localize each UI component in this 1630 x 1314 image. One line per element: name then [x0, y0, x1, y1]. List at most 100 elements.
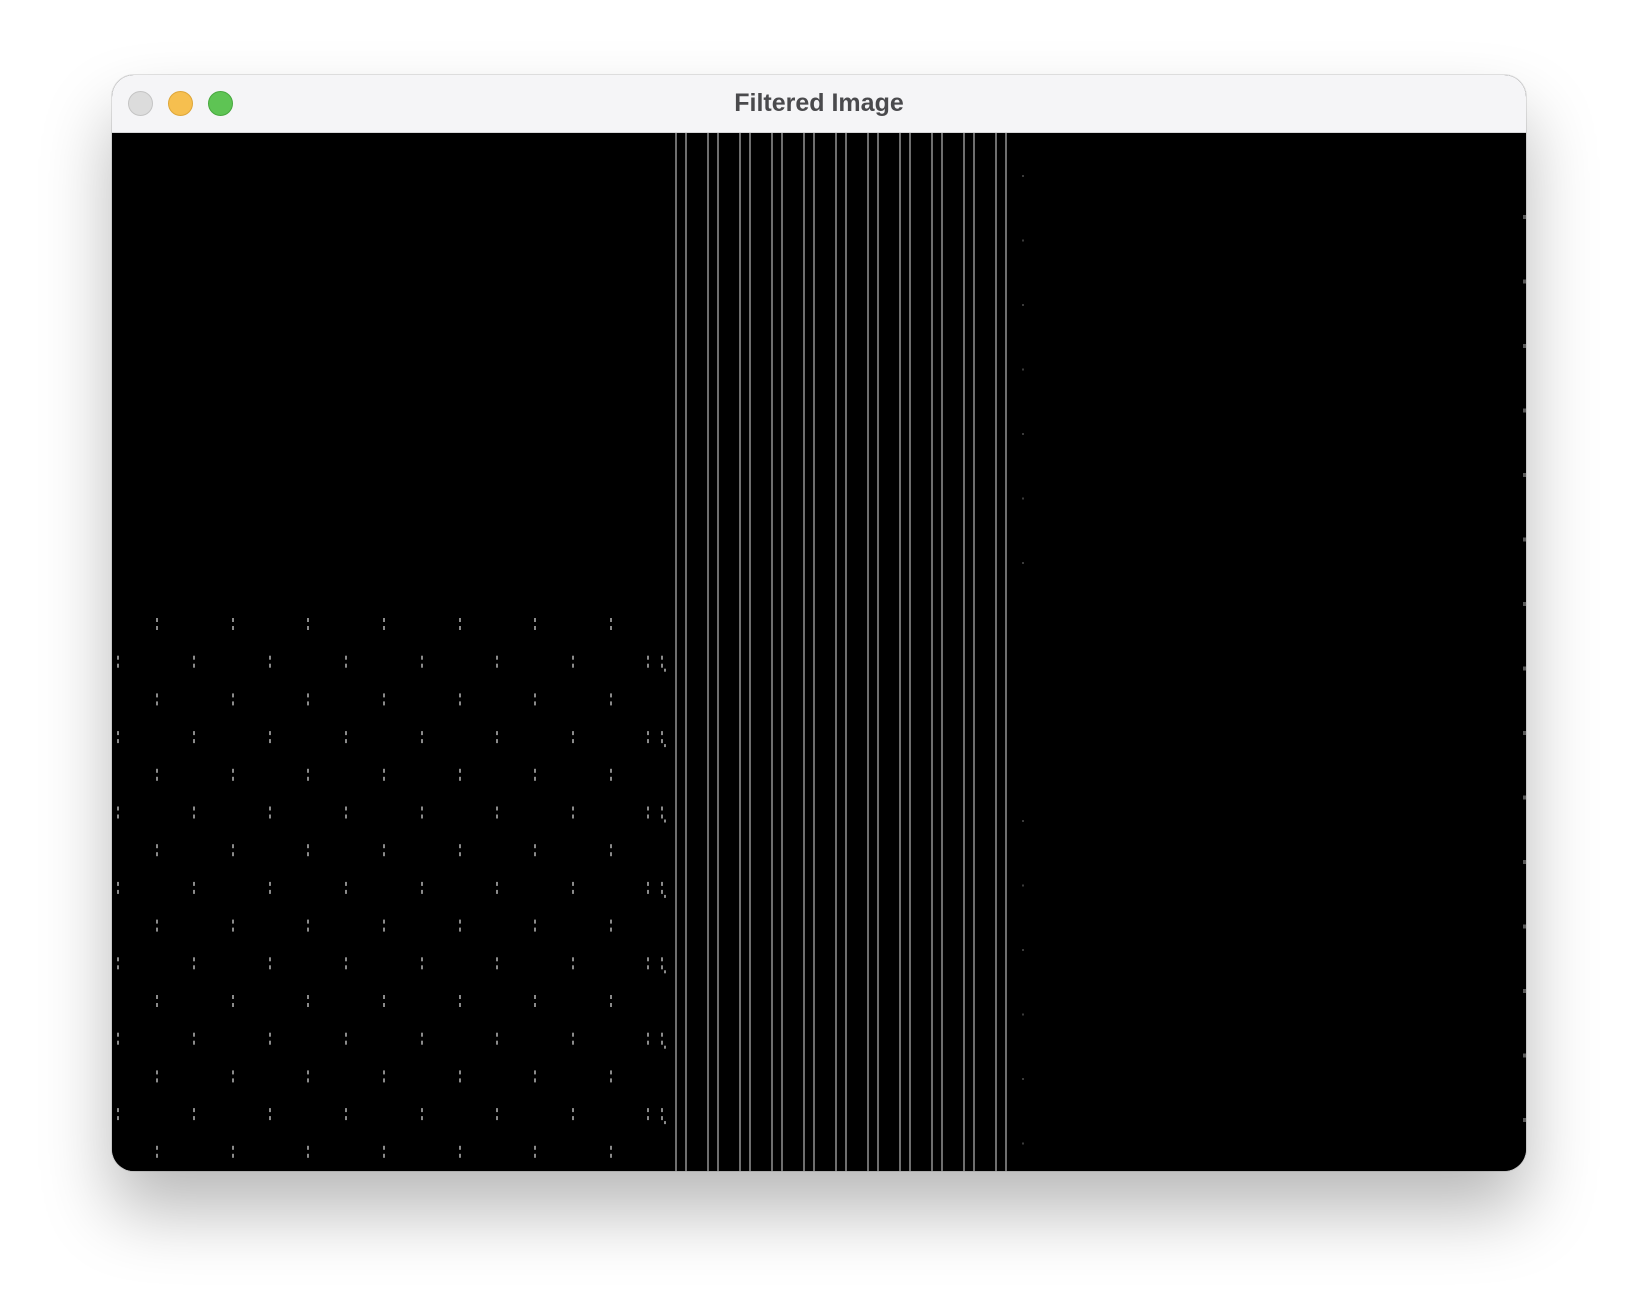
- dot-mark: [269, 814, 271, 819]
- dot-mark: [307, 626, 309, 630]
- dot-mark: [117, 806, 119, 811]
- dot-mark: [421, 806, 423, 811]
- dot-mark: [534, 776, 536, 781]
- dot-mark: [345, 1032, 347, 1037]
- dot-mark: [232, 701, 234, 706]
- dot-mark: [572, 814, 574, 819]
- dot-mark: [307, 768, 309, 773]
- dot-mark: [345, 806, 347, 811]
- edge-speck: [1523, 795, 1526, 800]
- dot-mark: [459, 1070, 461, 1075]
- speck: [1022, 820, 1024, 822]
- dot-mark: [421, 731, 423, 736]
- dot-mark: [193, 655, 195, 660]
- vertical-line: [941, 133, 943, 1171]
- dot-mark: [496, 1108, 498, 1113]
- dot-mark: [647, 663, 649, 668]
- dot-mark: [610, 844, 612, 849]
- dot-mark: [572, 1108, 574, 1113]
- title-bar[interactable]: Filtered Image: [112, 75, 1526, 133]
- dot-mark: [269, 806, 271, 811]
- dot-mark: [459, 1078, 461, 1083]
- vertical-line: [675, 133, 677, 1171]
- dot-mark: [383, 1003, 385, 1007]
- dot-mark: [383, 995, 385, 999]
- dot-mark: [459, 852, 461, 857]
- dot-mark: [664, 1121, 666, 1125]
- dot-mark: [661, 881, 663, 886]
- dot-mark: [193, 965, 195, 970]
- dot-mark: [421, 655, 423, 660]
- dot-mark: [647, 889, 649, 894]
- vertical-line: [685, 133, 687, 1171]
- dot-mark: [534, 768, 536, 773]
- speck: [1022, 304, 1024, 306]
- dot-mark: [345, 965, 347, 970]
- dot-mark: [610, 618, 612, 622]
- vertical-line: [835, 133, 837, 1171]
- dot-mark: [345, 814, 347, 819]
- dot-mark: [421, 889, 423, 894]
- dot-mark: [345, 889, 347, 894]
- dot-mark: [383, 768, 385, 773]
- vertical-line: [909, 133, 911, 1171]
- dot-mark: [459, 1153, 461, 1158]
- dot-mark: [345, 731, 347, 736]
- dot-mark: [647, 957, 649, 962]
- dot-mark: [307, 1070, 309, 1075]
- dot-mark: [156, 852, 158, 857]
- dot-mark: [661, 663, 663, 668]
- dot-mark: [496, 1116, 498, 1121]
- vertical-line: [749, 133, 751, 1171]
- dot-mark: [383, 844, 385, 849]
- dot-mark: [534, 693, 536, 698]
- vertical-line: [813, 133, 815, 1171]
- speck: [1022, 1078, 1024, 1080]
- dot-mark: [496, 814, 498, 819]
- dot-mark: [117, 889, 119, 894]
- dot-mark: [421, 1108, 423, 1113]
- speck: [1022, 562, 1024, 564]
- dot-mark: [232, 1145, 234, 1150]
- dot-mark: [232, 626, 234, 630]
- dot-mark: [383, 927, 385, 932]
- edge-speck: [1523, 602, 1526, 606]
- edge-speck: [1523, 473, 1526, 477]
- speck: [1022, 239, 1024, 242]
- dot-mark: [572, 655, 574, 660]
- dot-mark: [156, 701, 158, 706]
- dot-mark: [345, 655, 347, 660]
- dot-mark: [496, 731, 498, 736]
- dot-mark: [345, 957, 347, 962]
- vertical-line: [995, 133, 997, 1171]
- dot-mark: [647, 1040, 649, 1045]
- dot-mark: [664, 668, 666, 672]
- dot-mark: [117, 957, 119, 962]
- vertical-line: [739, 133, 741, 1171]
- dot-mark: [534, 1003, 536, 1007]
- dot-mark: [610, 1145, 612, 1150]
- dot-mark: [496, 965, 498, 970]
- dot-mark: [647, 739, 649, 744]
- dot-mark: [661, 739, 663, 744]
- speck: [1022, 1013, 1024, 1016]
- dot-mark: [269, 663, 271, 668]
- dot-mark: [534, 618, 536, 622]
- dot-mark: [610, 701, 612, 706]
- dot-mark: [307, 1153, 309, 1158]
- dot-mark: [647, 1032, 649, 1037]
- dot-mark: [156, 1153, 158, 1158]
- dot-mark: [383, 1153, 385, 1158]
- dot-mark: [459, 776, 461, 781]
- dot-mark: [307, 844, 309, 849]
- dot-mark: [421, 1040, 423, 1045]
- dot-mark: [534, 1145, 536, 1150]
- dot-mark: [307, 618, 309, 622]
- edge-speck: [1523, 1118, 1526, 1122]
- dot-mark: [307, 776, 309, 781]
- dot-mark: [534, 927, 536, 932]
- vertical-line: [931, 133, 933, 1171]
- dot-mark: [459, 844, 461, 849]
- dot-mark: [459, 618, 461, 622]
- dot-mark: [647, 1108, 649, 1113]
